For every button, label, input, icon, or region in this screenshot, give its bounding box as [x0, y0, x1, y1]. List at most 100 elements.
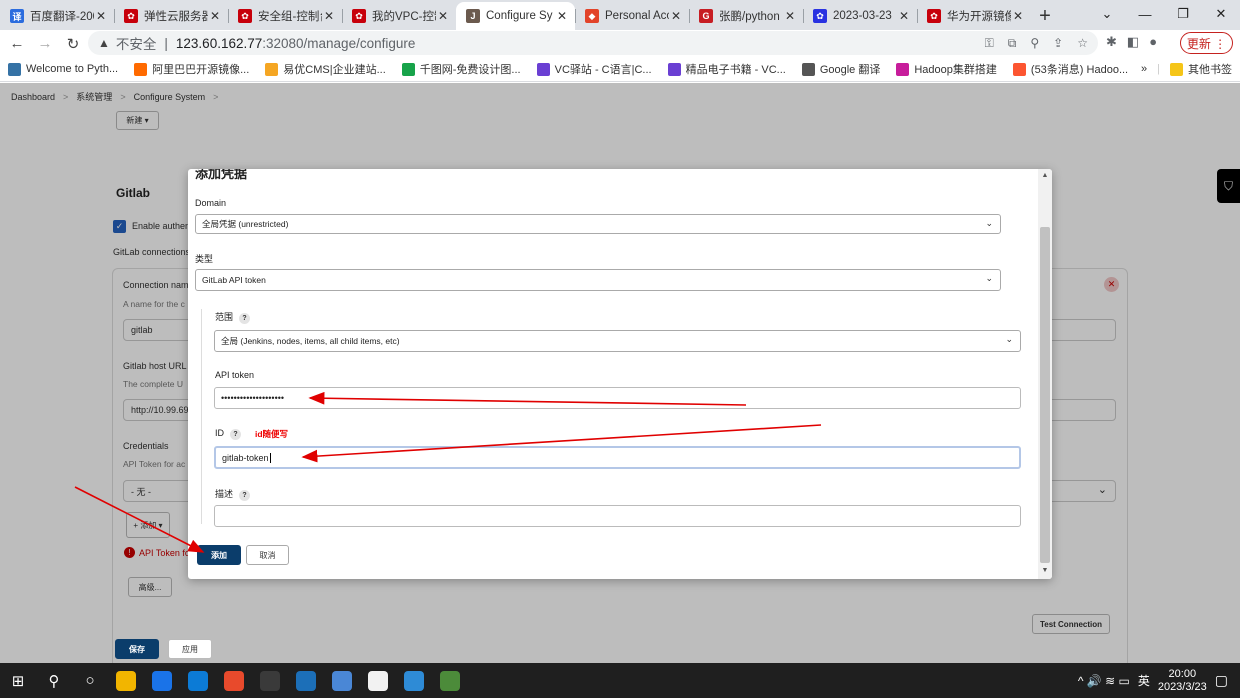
bookmarks-more-icon[interactable]: » — [1141, 63, 1147, 75]
minimize-button[interactable]: — — [1126, 0, 1164, 28]
zoom-icon[interactable]: ⚲ — [1030, 36, 1039, 51]
description-input[interactable] — [214, 505, 1021, 527]
bookmark-item[interactable]: 阿里巴巴开源镜像... — [126, 61, 257, 77]
help-icon[interactable]: ? — [239, 490, 251, 501]
tab-close-icon[interactable]: ✕ — [208, 9, 222, 23]
domain-value: 全局凭据 (unrestricted) — [202, 219, 289, 229]
bookmark-favicon-icon — [265, 62, 279, 76]
bookmark-item[interactable]: 千图网-免费设计图... — [394, 61, 529, 77]
description-label: 描述? — [215, 487, 251, 501]
tab-search-icon[interactable]: ⌄ — [1088, 0, 1126, 28]
folder-icon — [1170, 62, 1183, 76]
notepad-icon[interactable] — [324, 663, 360, 698]
key-icon[interactable]: ⚿ — [985, 36, 994, 51]
address-input[interactable]: ▲ 不安全 | 123.60.162.77 :32080/manage/conf… — [88, 31, 1098, 55]
id-input[interactable]: gitlab-token — [214, 446, 1021, 469]
tab-title: Configure Sy — [486, 10, 553, 22]
dialog-scrollbar[interactable]: ▲ ▼ — [1038, 169, 1052, 579]
bookmark-label: Welcome to Pyth... — [26, 63, 119, 75]
tab-close-icon[interactable]: ✕ — [783, 9, 797, 23]
tab-close-icon[interactable]: ✕ — [94, 9, 108, 23]
scrollbar-thumb[interactable] — [1040, 227, 1050, 563]
address-bar-row: ← → ↻ ▲ 不安全 | 123.60.162.77 :32080/manag… — [0, 30, 1240, 57]
kind-select[interactable]: GitLab API token ⌄ — [195, 269, 1001, 291]
tab-title: 2023-03-23 — [833, 10, 892, 22]
bookmark-favicon-icon — [401, 62, 415, 76]
other-bookmarks[interactable]: 其他书签 — [1170, 61, 1232, 77]
new-tab-button[interactable]: + — [1031, 2, 1059, 30]
translate-icon[interactable]: ⧉ — [1008, 36, 1017, 51]
extensions-icon[interactable]: ✱ — [1106, 34, 1117, 50]
chrome-icon[interactable] — [144, 663, 180, 698]
search-icon[interactable]: ⚲ — [36, 663, 72, 698]
help-icon[interactable]: ? — [239, 313, 251, 324]
vmware-icon[interactable] — [288, 663, 324, 698]
file-explorer-icon[interactable] — [108, 663, 144, 698]
forward-button[interactable]: → — [34, 35, 56, 52]
start-icon[interactable]: ⊞ — [0, 663, 36, 698]
profile-icon[interactable]: ● — [1149, 34, 1157, 50]
close-window-button[interactable]: ✕ — [1202, 0, 1240, 28]
bookmark-item[interactable]: (53条消息) Hadoo... — [1005, 61, 1136, 77]
add-button[interactable]: 添加 — [197, 545, 241, 565]
typora-icon[interactable] — [360, 663, 396, 698]
settings-icon[interactable] — [252, 663, 288, 698]
bookmark-item[interactable]: 精品电子书籍 - VC... — [660, 61, 794, 77]
xshell-icon[interactable] — [216, 663, 252, 698]
update-button[interactable]: 更新 ⋮ — [1180, 32, 1233, 54]
bookmark-item[interactable]: Welcome to Pyth... — [0, 61, 126, 77]
save-button[interactable]: 保存 — [115, 639, 159, 659]
browser-tab[interactable]: ✿ 我的VPC-控制✕ — [342, 2, 456, 30]
domain-select[interactable]: 全局凭据 (unrestricted) ⌄ — [195, 214, 1001, 234]
task-view-icon[interactable]: ○ — [72, 663, 108, 698]
bookmarks-right: » | 其他书签 — [1141, 61, 1232, 77]
back-button[interactable]: ← — [6, 35, 28, 52]
image-app-icon[interactable] — [432, 663, 468, 698]
bookmark-favicon-icon — [801, 62, 815, 76]
browser-tab[interactable]: ✿ 安全组-控制台✕ — [228, 2, 342, 30]
bookmark-item[interactable]: Google 翻译 — [794, 61, 889, 77]
scroll-down-icon[interactable]: ▼ — [1038, 567, 1052, 574]
browser-tab[interactable]: J Configure Sy ✕ — [456, 2, 575, 30]
text-cursor — [269, 452, 271, 463]
browser-tab[interactable]: 译百度翻译-200 ✕ — [0, 2, 114, 30]
domain-label: Domain — [195, 198, 227, 208]
apply-button[interactable]: 应用 — [168, 639, 212, 659]
tab-close-icon[interactable]: ✕ — [897, 9, 911, 23]
app-glyph — [296, 670, 316, 691]
bookmark-item[interactable]: Hadoop集群搭建 — [888, 61, 1005, 77]
notification-icon[interactable]: ▢ — [1215, 672, 1228, 689]
cancel-button[interactable]: 取消 — [246, 545, 289, 565]
edge-icon[interactable] — [180, 663, 216, 698]
ime-indicator[interactable]: 英 — [1138, 672, 1150, 689]
tab-close-icon[interactable]: ✕ — [1011, 9, 1025, 23]
tray-icons[interactable]: ^ 🔊 ≋ ▭ — [1078, 674, 1130, 688]
side-panel-icon[interactable]: ◧ — [1127, 34, 1139, 50]
tab-close-icon[interactable]: ✕ — [436, 9, 450, 23]
bookmark-label: Google 翻译 — [819, 64, 881, 76]
bookmark-item[interactable]: 易优CMS|企业建站... — [257, 61, 393, 77]
scroll-up-icon[interactable]: ▲ — [1038, 172, 1052, 179]
tab-close-icon[interactable]: ✕ — [322, 9, 336, 23]
restore-button[interactable]: ❐ — [1164, 0, 1202, 28]
tab-favicon-icon: ✿ — [238, 9, 252, 23]
tab-close-icon[interactable]: ✕ — [555, 9, 569, 23]
security-label[interactable]: 不安全 — [116, 33, 157, 53]
browser-tab[interactable]: ✿ 2023-03-23 ✕ — [803, 2, 917, 30]
reload-button[interactable]: ↻ — [62, 35, 84, 53]
browser-tab[interactable]: ✿ 华为开源镜像 ✕ — [917, 2, 1031, 30]
bookmark-star-icon[interactable]: ☆ — [1077, 36, 1088, 51]
browser-tab[interactable]: G 张鹏/python ✕ — [689, 2, 803, 30]
clock[interactable]: 20:00 2023/3/23 — [1158, 668, 1207, 694]
help-icon[interactable]: ? — [230, 429, 241, 440]
tab-close-icon[interactable]: ✕ — [669, 9, 683, 23]
api-token-input[interactable]: •••••••••••••••••••• — [214, 387, 1021, 409]
share-icon[interactable]: ⇪ — [1053, 36, 1063, 51]
browser-tab[interactable]: ✿ 弹性云服务器 ✕ — [114, 2, 228, 30]
copy-app-icon[interactable] — [396, 663, 432, 698]
bookmarks-divider: | — [1157, 63, 1160, 75]
bookmark-item[interactable]: VC驿站 - C语言|C... — [529, 61, 660, 77]
browser-tab[interactable]: ◆ Personal Acc ✕ — [575, 2, 689, 30]
app-glyph — [440, 670, 460, 691]
scope-select[interactable]: 全局 (Jenkins, nodes, items, all child ite… — [214, 330, 1021, 352]
